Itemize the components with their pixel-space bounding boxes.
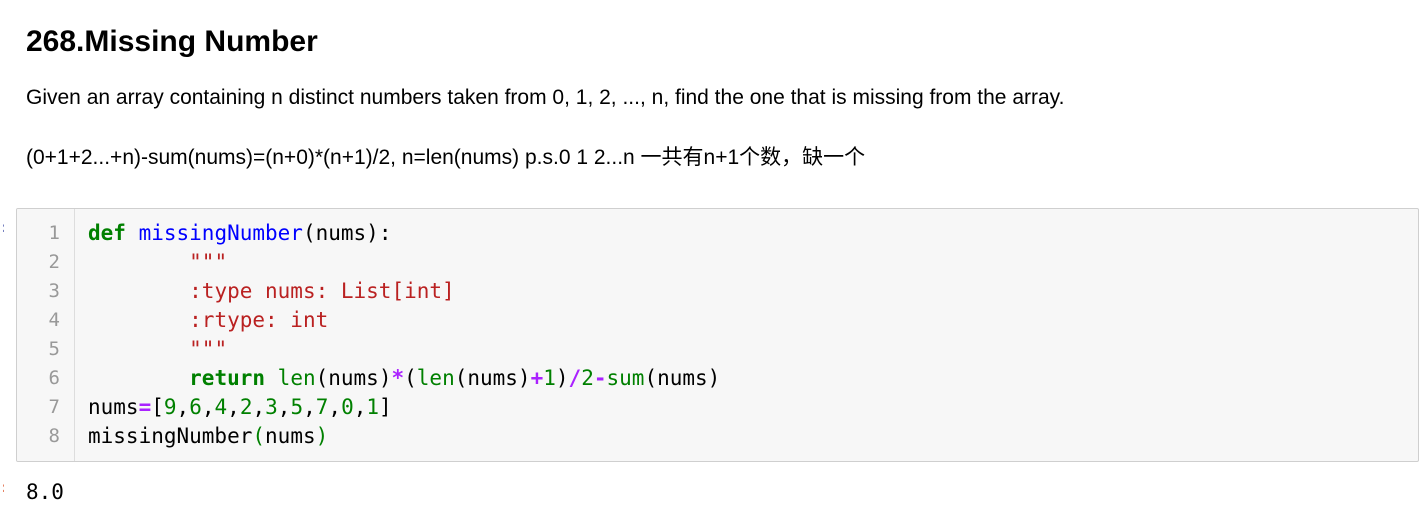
code-token: [ (151, 395, 164, 419)
markdown-title: 268.Missing Number (26, 25, 318, 58)
code-cell-editor[interactable]: 12345678 def missingNumber(nums): """ :t… (16, 208, 1419, 462)
code-token: , (201, 395, 215, 419)
line-number: 6 (48, 367, 60, 389)
code-token: :rtype: int (189, 308, 329, 332)
code-token: sum (606, 366, 645, 390)
code-token: ( (252, 424, 266, 448)
code-token: missingNumber (88, 424, 253, 448)
code-token: (nums): (302, 221, 392, 245)
line-number: 1 (48, 222, 60, 244)
code-line[interactable]: """ (88, 248, 720, 277)
code-token: , (303, 395, 316, 419)
code-token: :type nums: List[int] (189, 279, 455, 303)
code-token: / (568, 366, 582, 390)
code-token: - (593, 366, 607, 390)
code-token: (nums) (644, 366, 721, 390)
code-line[interactable]: :type nums: List[int] (88, 277, 720, 306)
code-token: 5 (290, 395, 304, 419)
code-token: nums (88, 395, 139, 419)
line-number: 2 (48, 251, 60, 273)
code-token: , (328, 395, 342, 419)
code-token: ) (315, 424, 329, 448)
line-number: 7 (48, 396, 60, 418)
code-line[interactable]: nums=[9,6,4,2,3,5,7,0,1] (88, 393, 720, 422)
line-number: 4 (48, 309, 60, 331)
code-token: 7 (315, 395, 329, 419)
code-token: ( (404, 366, 417, 390)
code-token: 2 (581, 366, 594, 390)
code-token: , (176, 395, 190, 419)
code-line[interactable]: :rtype: int (88, 306, 720, 335)
code-line[interactable]: def missingNumber(nums): (88, 219, 720, 248)
line-number: 5 (48, 338, 60, 360)
code-token: """ (189, 337, 228, 361)
code-token: ] (379, 395, 392, 419)
code-token: (nums) (315, 366, 392, 390)
code-token: nums (265, 424, 316, 448)
solution-note: (0+1+2...+n)-sum(nums)=(n+0)*(n+1)/2, n=… (26, 146, 866, 169)
code-token: * (391, 366, 405, 390)
code-token: , (227, 395, 240, 419)
output-prompt-marker: : (0, 482, 4, 494)
code-area[interactable]: def missingNumber(nums): """ :type nums:… (88, 219, 720, 451)
code-token: 9 (163, 395, 177, 419)
code-line[interactable]: """ (88, 335, 720, 364)
code-token: len (416, 366, 455, 390)
code-token: ) (555, 366, 569, 390)
code-token: """ (189, 250, 228, 274)
code-token: 1 (543, 366, 556, 390)
input-prompt-marker: : (0, 222, 4, 234)
code-token: 3 (265, 395, 278, 419)
code-token: + (530, 366, 544, 390)
code-token: , (252, 395, 266, 419)
line-number-gutter: 1 2 3 4 5 6 7 8 (17, 209, 75, 461)
code-token: missingNumber (138, 221, 303, 245)
code-line[interactable]: missingNumber(nums) (88, 422, 720, 451)
code-token: 1 (366, 395, 380, 419)
code-token: 2 (239, 395, 253, 419)
code-token: (nums) (454, 366, 531, 390)
code-line[interactable]: return len(nums)*(len(nums)+1)/2-sum(num… (88, 364, 720, 393)
code-token: = (138, 395, 152, 419)
code-token: 6 (189, 395, 202, 419)
cell-output: 8.0 (26, 480, 64, 504)
code-token: len (277, 366, 316, 390)
code-token: return (189, 366, 266, 390)
code-token: , (277, 395, 291, 419)
code-token: def (88, 221, 126, 245)
line-number: 8 (48, 425, 60, 447)
code-token: 4 (214, 395, 228, 419)
problem-description: Given an array containing n distinct num… (26, 86, 1065, 109)
code-token: 0 (341, 395, 354, 419)
line-number: 3 (48, 280, 60, 302)
code-token: , (353, 395, 367, 419)
